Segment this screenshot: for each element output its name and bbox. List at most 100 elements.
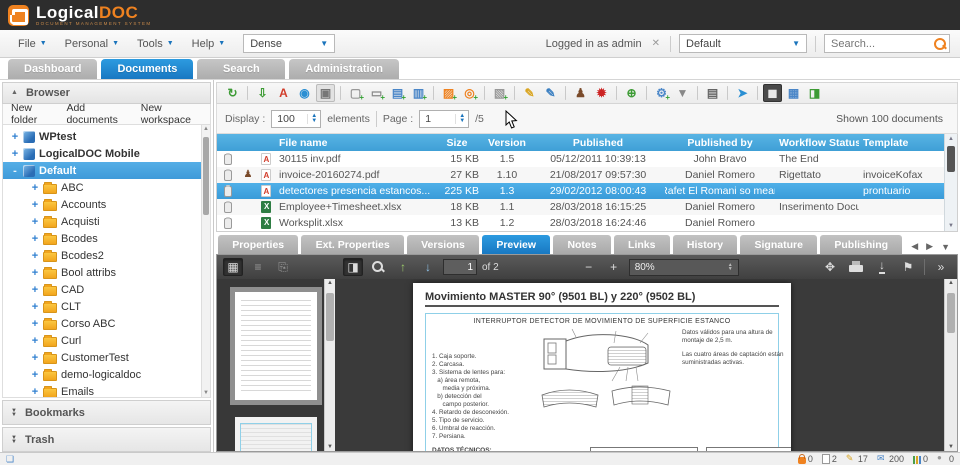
separator[interactable]: + bbox=[433, 86, 434, 100]
tree-toggle[interactable]: - bbox=[9, 165, 21, 177]
tree-toggle[interactable]: + bbox=[29, 250, 41, 262]
chat-users-count[interactable]: 0 bbox=[937, 454, 954, 464]
previous-page-button[interactable]: ↑ bbox=[393, 258, 413, 276]
publish-icon[interactable]: ⊕ + bbox=[622, 84, 641, 102]
download-icon[interactable]: ⇩ + bbox=[253, 84, 272, 102]
zoom-in-button[interactable]: + bbox=[604, 258, 624, 276]
tree-toggle[interactable]: + bbox=[29, 233, 41, 245]
separator[interactable]: + bbox=[646, 86, 647, 100]
spinner-arrows-icon[interactable]: ▲▼ bbox=[307, 114, 320, 124]
export-icon[interactable]: ➤ + bbox=[733, 84, 752, 102]
print-icon[interactable]: ▤ + bbox=[703, 84, 722, 102]
scroll-down-icon[interactable]: ▼ bbox=[945, 444, 957, 450]
separator[interactable]: + bbox=[565, 86, 566, 100]
separator[interactable]: + bbox=[727, 86, 728, 100]
separator[interactable]: + bbox=[247, 86, 248, 100]
detail-tab[interactable]: History bbox=[673, 235, 738, 254]
menu-item[interactable]: Personal ▼ bbox=[57, 35, 127, 53]
thumbnails-view-button[interactable]: ▦ bbox=[223, 258, 243, 276]
table-row[interactable]: ♟ 30115 inv.pdf 15 KB 1.5 05/12/2011 10:… bbox=[217, 151, 944, 167]
separator[interactable]: + bbox=[616, 86, 617, 100]
page-thumbnail-1[interactable] bbox=[230, 287, 322, 405]
tree-item[interactable]: + CAD bbox=[3, 281, 210, 298]
bookmark-icon[interactable]: ⚑ bbox=[898, 258, 918, 276]
detail-tab[interactable]: Properties bbox=[218, 235, 298, 254]
import-cloud-icon[interactable]: ▤ + bbox=[388, 84, 407, 102]
main-tab[interactable]: Search bbox=[197, 59, 285, 79]
scrollbar-thumb[interactable] bbox=[326, 293, 334, 341]
tree-toggle[interactable]: + bbox=[29, 386, 41, 398]
table-scrollbar[interactable]: ▲ ▼ bbox=[944, 134, 957, 231]
events-count[interactable]: 17 bbox=[846, 454, 868, 464]
tab-scroll-right-icon[interactable]: ▶ bbox=[926, 241, 933, 252]
separator[interactable]: + bbox=[697, 86, 698, 100]
tree-toggle[interactable]: + bbox=[29, 318, 41, 330]
tree-toggle[interactable]: + bbox=[9, 131, 21, 143]
scroll-down-icon[interactable]: ▼ bbox=[945, 223, 957, 229]
scrollbar-thumb[interactable] bbox=[947, 146, 955, 172]
tree-toggle[interactable]: + bbox=[29, 335, 41, 347]
rss-icon[interactable]: ◎ + bbox=[460, 84, 479, 102]
workflow-icon[interactable]: ⚙ + bbox=[652, 84, 671, 102]
view-preview-icon[interactable]: ◨ + bbox=[805, 84, 824, 102]
separator[interactable]: + bbox=[484, 86, 485, 100]
menu-item[interactable]: Tools ▼ bbox=[129, 35, 182, 53]
clipboard-status-icon[interactable]: ❏ bbox=[6, 455, 14, 464]
scroll-up-icon[interactable]: ▲ bbox=[945, 280, 957, 286]
separator[interactable]: + bbox=[514, 86, 515, 100]
locked-documents-count[interactable]: 0 bbox=[798, 454, 813, 464]
sidebar-section-header[interactable]: ▼▼ Trash bbox=[2, 427, 211, 452]
tree-toggle[interactable]: + bbox=[29, 216, 41, 228]
convert-icon[interactable]: ◉ + bbox=[295, 84, 314, 102]
tree-item[interactable]: + Bool attribs bbox=[3, 264, 210, 281]
folder-action-link[interactable]: Add documents bbox=[66, 102, 126, 126]
detail-tab[interactable]: Publishing bbox=[820, 235, 902, 254]
page-thumbnail-2[interactable] bbox=[235, 417, 317, 451]
column-header-size[interactable]: Size bbox=[431, 134, 483, 151]
fullscreen-icon[interactable]: ✥ bbox=[820, 258, 840, 276]
scroll-up-icon[interactable]: ▲ bbox=[325, 280, 335, 286]
column-header-publishedby[interactable]: Published by bbox=[665, 134, 775, 151]
detail-tab[interactable]: Notes bbox=[553, 235, 611, 254]
tree-item[interactable]: + CustomerTest bbox=[3, 349, 210, 366]
checked-out-count[interactable]: 2 bbox=[822, 454, 837, 464]
column-header-filename[interactable]: File name bbox=[275, 134, 431, 151]
tree-item[interactable]: + Corso ABC bbox=[3, 315, 210, 332]
tree-item[interactable]: + Emails bbox=[3, 383, 210, 398]
table-row[interactable]: ♟ Worksplit.xlsx 13 KB 1.2 28/03/2018 16… bbox=[217, 215, 944, 231]
tab-menu-icon[interactable]: ▼ bbox=[941, 242, 950, 252]
menu-item[interactable]: File ▼ bbox=[10, 35, 55, 53]
detail-tab[interactable]: Ext. Properties bbox=[301, 235, 404, 254]
zoom-out-button[interactable]: − bbox=[579, 258, 599, 276]
tree-item[interactable]: + demo-logicaldoc bbox=[3, 366, 210, 383]
scan-icon[interactable]: ▭ + bbox=[367, 84, 386, 102]
tree-toggle[interactable]: + bbox=[9, 148, 21, 160]
view-list-icon[interactable]: ◼ + bbox=[763, 84, 782, 102]
zoom-select[interactable]: 80% ▲▼ bbox=[629, 259, 739, 276]
tree-item[interactable]: + WPtest bbox=[3, 128, 210, 145]
export-pdf-icon[interactable]: A + bbox=[274, 84, 293, 102]
view-grid-icon[interactable]: ▦ + bbox=[784, 84, 803, 102]
sidebar-toggle-button[interactable]: ◨ bbox=[343, 258, 363, 276]
attachments-button[interactable]: ⎘ bbox=[273, 258, 293, 276]
tree-toggle[interactable]: + bbox=[29, 199, 41, 211]
tree-item[interactable]: - Default bbox=[3, 162, 210, 179]
pdf-viewport[interactable]: Movimiento MASTER 90° (9501 BL) y 220° (… bbox=[335, 279, 944, 451]
add-form-icon[interactable]: ▧ + bbox=[490, 84, 509, 102]
tree-item[interactable]: + ABC bbox=[3, 179, 210, 196]
scroll-up-icon[interactable]: ▲ bbox=[945, 136, 957, 142]
scroll-down-icon[interactable]: ▼ bbox=[202, 390, 210, 396]
tree-toggle[interactable]: + bbox=[29, 352, 41, 364]
detail-tab[interactable]: Links bbox=[614, 235, 670, 254]
page-number-input[interactable] bbox=[443, 259, 477, 275]
search-icon[interactable] bbox=[932, 36, 947, 51]
display-count-spinner[interactable]: ▲▼ bbox=[271, 110, 321, 128]
tree-item[interactable]: + Bcodes2 bbox=[3, 247, 210, 264]
browser-panel-header[interactable]: ▲ Browser bbox=[2, 82, 211, 104]
tree-item[interactable]: + CLT bbox=[3, 298, 210, 315]
add-document-icon[interactable]: ▢ + bbox=[346, 84, 365, 102]
workspace-select[interactable]: Default ▼ bbox=[679, 34, 807, 53]
spinner-arrows-icon[interactable]: ▲▼ bbox=[455, 114, 468, 124]
main-tab[interactable]: Dashboard bbox=[8, 59, 97, 79]
messages-count[interactable]: 200 bbox=[877, 454, 904, 464]
